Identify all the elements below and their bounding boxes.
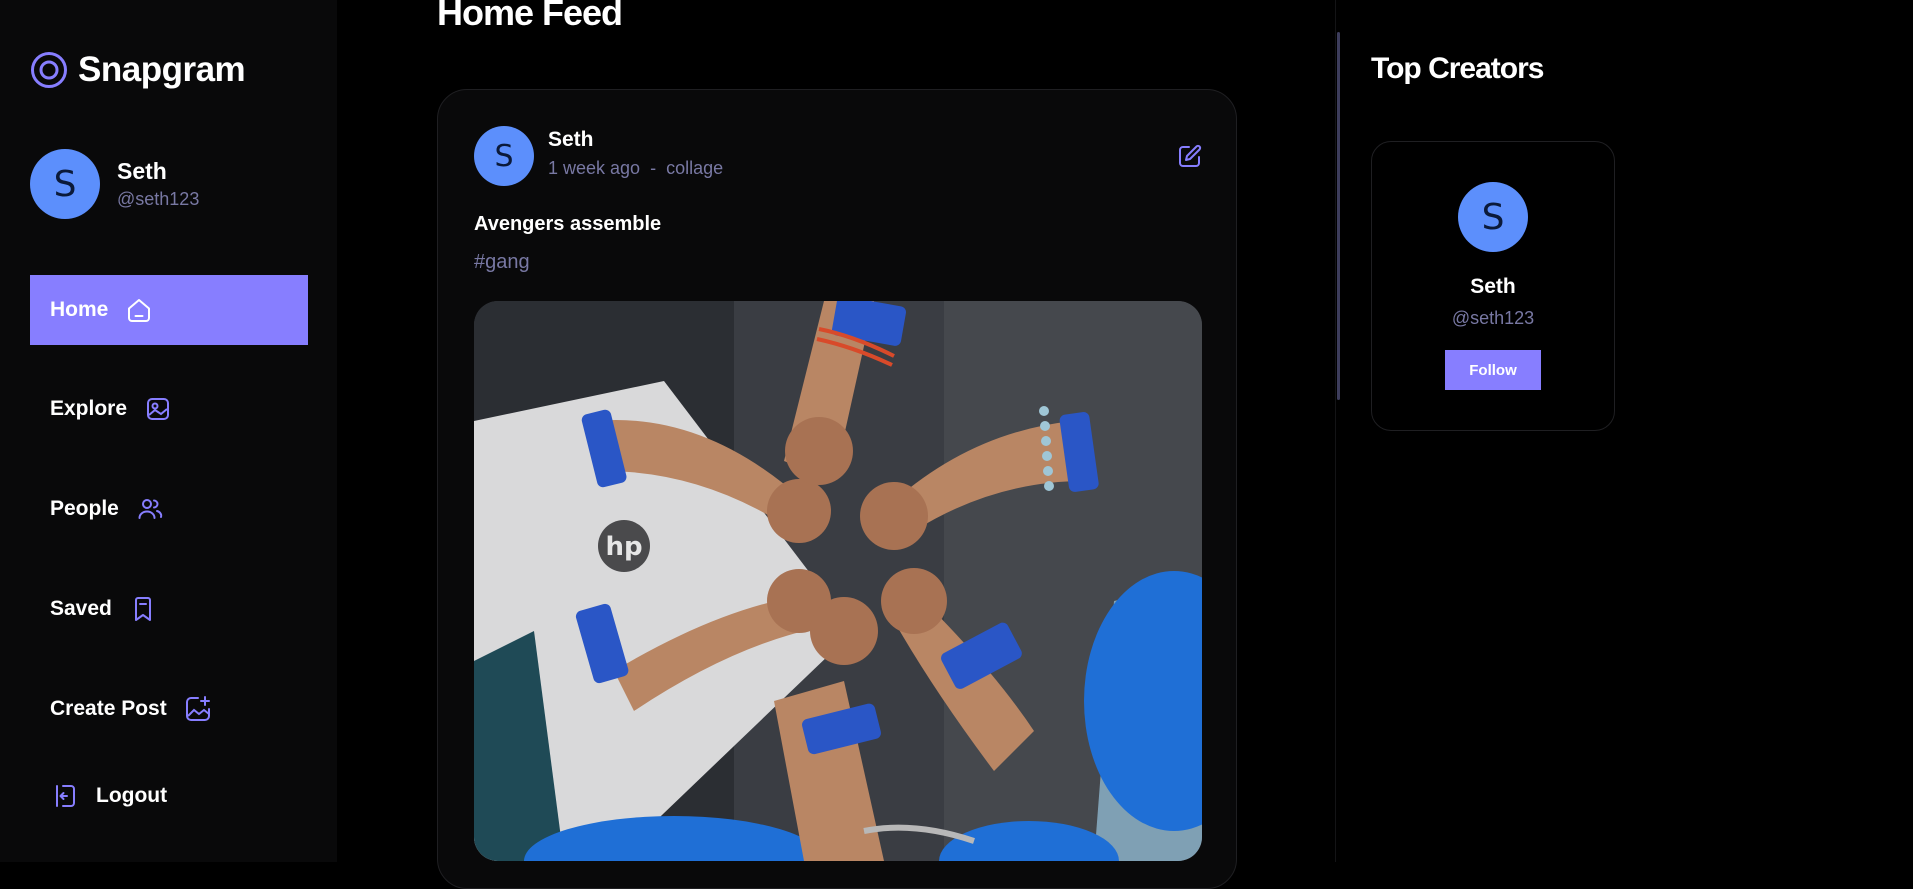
post-card: S Seth 1 week ago - collage Avengers ass… bbox=[437, 89, 1237, 889]
nav-item-home[interactable]: Home bbox=[30, 275, 308, 345]
people-icon bbox=[135, 494, 165, 524]
right-panel: Top Creators S Seth @seth123 Follow bbox=[1335, 0, 1913, 862]
post-time: 1 week ago bbox=[548, 158, 641, 178]
logo-icon bbox=[31, 52, 67, 88]
main-feed: Home Feed S Seth 1 week ago - collage Av… bbox=[337, 0, 1335, 889]
post-location: collage bbox=[666, 158, 724, 178]
home-icon bbox=[124, 295, 154, 325]
nav-label-create-post: Create Post bbox=[50, 697, 167, 720]
post-meta-separator: - bbox=[650, 158, 657, 178]
post-author-avatar[interactable]: S bbox=[474, 126, 534, 186]
svg-text:hp: hp bbox=[605, 532, 642, 562]
edit-post-button[interactable] bbox=[1176, 142, 1204, 175]
page-title: Home Feed bbox=[437, 0, 623, 33]
logout-label: Logout bbox=[96, 784, 168, 807]
post-image[interactable]: hp bbox=[474, 301, 1202, 861]
creator-avatar: S bbox=[1458, 182, 1528, 252]
nav-label-saved: Saved bbox=[50, 597, 112, 620]
nav-item-saved[interactable]: Saved bbox=[30, 574, 308, 644]
creator-card[interactable]: S Seth @seth123 Follow bbox=[1371, 141, 1615, 431]
scrollbar-thumb[interactable] bbox=[1337, 32, 1340, 400]
profile-handle: @seth123 bbox=[117, 189, 200, 209]
follow-button[interactable]: Follow bbox=[1445, 350, 1541, 390]
creator-name: Seth bbox=[1470, 275, 1516, 298]
nav-label-explore: Explore bbox=[50, 397, 128, 420]
logout-button[interactable]: Logout bbox=[30, 761, 230, 831]
nav-label-home: Home bbox=[50, 298, 109, 321]
logout-icon bbox=[50, 781, 80, 811]
top-creators-title: Top Creators bbox=[1371, 52, 1544, 85]
post-tags[interactable]: #gang bbox=[474, 251, 530, 274]
app-logo[interactable]: Snapgram bbox=[30, 50, 246, 90]
nav-item-create-post[interactable]: Create Post bbox=[30, 674, 308, 744]
app-name: Snapgram bbox=[78, 50, 246, 89]
bookmark-icon bbox=[128, 594, 158, 624]
post-caption: Avengers assemble bbox=[474, 213, 662, 235]
avatar: S bbox=[30, 149, 100, 219]
creator-handle: @seth123 bbox=[1451, 308, 1535, 328]
left-sidebar: Snapgram S Seth @seth123 Home Explore Pe… bbox=[0, 0, 337, 862]
post-photo: hp bbox=[474, 301, 1202, 861]
nav-item-people[interactable]: People bbox=[30, 474, 308, 544]
explore-icon bbox=[143, 394, 173, 424]
create-post-icon bbox=[183, 694, 213, 724]
nav-label-people: People bbox=[50, 497, 119, 520]
user-profile-link[interactable]: S Seth @seth123 bbox=[30, 149, 199, 219]
post-meta: 1 week ago - collage bbox=[548, 158, 723, 179]
edit-icon bbox=[1179, 144, 1202, 167]
post-author-name[interactable]: Seth bbox=[548, 128, 594, 152]
profile-name: Seth bbox=[117, 158, 167, 184]
nav-item-explore[interactable]: Explore bbox=[30, 374, 308, 444]
